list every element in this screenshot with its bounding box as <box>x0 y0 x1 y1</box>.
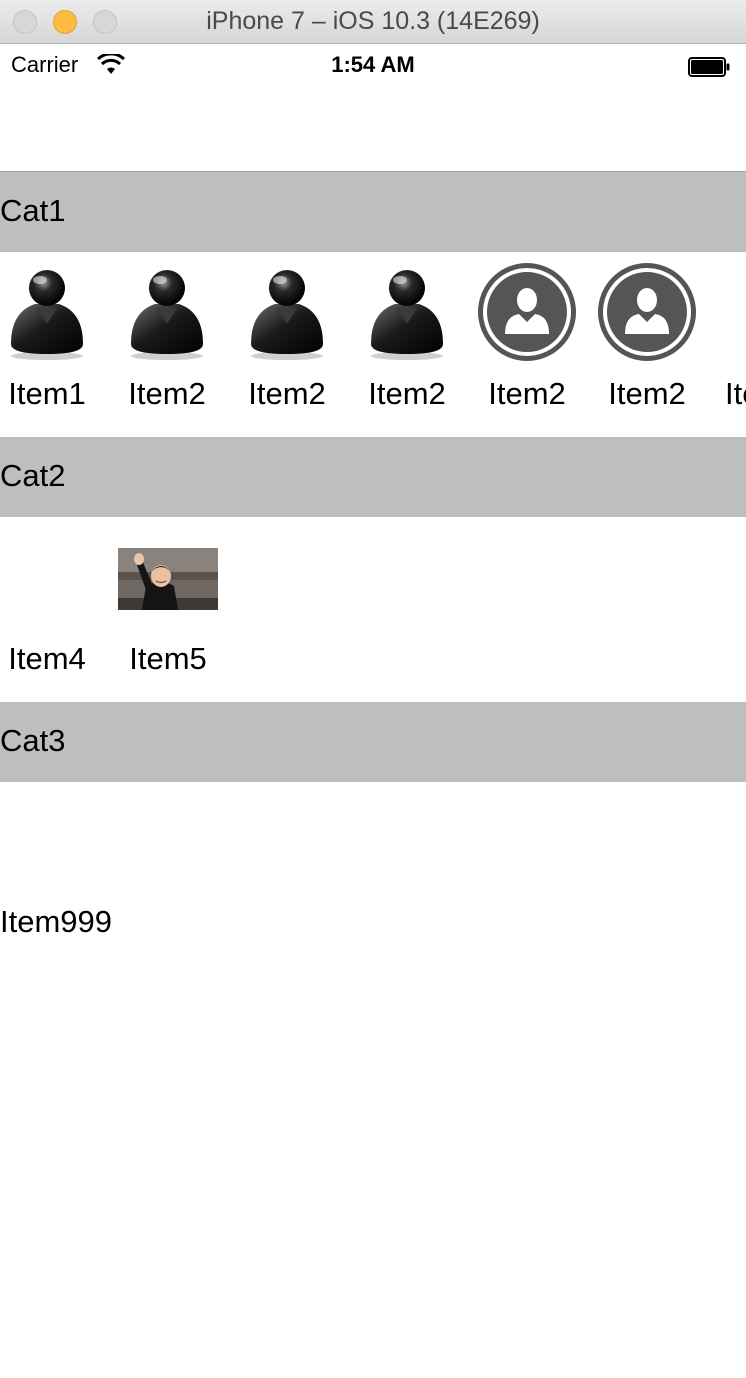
grid-item[interactable]: Item2 <box>347 252 467 412</box>
glossy-person-icon <box>131 270 203 360</box>
section-title: Cat3 <box>0 723 66 758</box>
grid-item[interactable]: Item2 <box>467 252 587 412</box>
glossy-person-icon <box>371 270 443 360</box>
person-photo <box>118 548 218 610</box>
status-bar: Carrier 1:54 AM <box>0 44 746 84</box>
section-header-cat3: Cat3 <box>0 702 746 782</box>
window-title: iPhone 7 – iOS 10.3 (14E269) <box>206 7 540 35</box>
circle-person-icon <box>477 262 577 362</box>
grid-item[interactable]: Item2 <box>587 252 707 412</box>
section-header-cat2: Cat2 <box>0 437 746 517</box>
item-label: Item2 <box>488 376 566 411</box>
section-header-cat1: Cat1 <box>0 172 746 252</box>
navigation-bar <box>0 84 746 172</box>
grid-item[interactable]: Item5 <box>108 517 228 677</box>
grid-item[interactable]: Item2 <box>107 252 227 412</box>
window-titlebar: iPhone 7 – iOS 10.3 (14E269) <box>0 0 746 44</box>
circle-person-icon <box>597 262 697 362</box>
item-label: Item2 <box>368 376 446 411</box>
battery-icon <box>688 57 730 77</box>
grid-item[interactable]: Ite <box>707 252 746 412</box>
grid-item[interactable]: Item2 <box>227 252 347 412</box>
item-label: Item1 <box>8 376 86 411</box>
status-time: 1:54 AM <box>331 52 415 77</box>
item-label: Ite <box>725 376 746 411</box>
item-label: Item2 <box>248 376 326 411</box>
grid-item[interactable]: Item1 <box>0 252 107 412</box>
item-label: Item2 <box>128 376 206 411</box>
section-title: Cat2 <box>0 458 66 493</box>
item-label: Item4 <box>8 641 86 676</box>
item-label[interactable]: Item999 <box>0 904 112 940</box>
item-label: Item5 <box>129 641 207 676</box>
item-label: Item2 <box>608 376 686 411</box>
section-title: Cat1 <box>0 193 66 228</box>
glossy-person-icon <box>11 270 83 360</box>
grid-item[interactable]: Item4 <box>0 517 107 677</box>
glossy-person-icon <box>251 270 323 360</box>
